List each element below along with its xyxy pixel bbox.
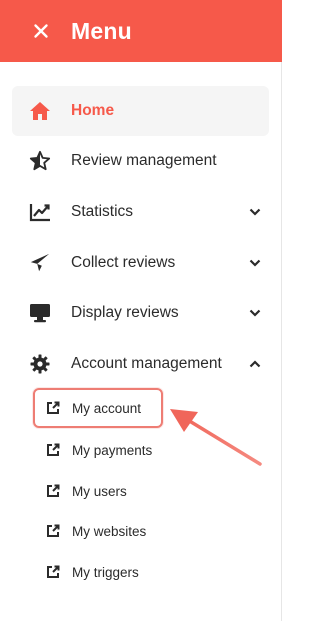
chevron-down-icon[interactable] <box>249 257 261 269</box>
chevron-up-icon[interactable] <box>249 358 261 370</box>
submenu-item-label: My account <box>72 400 142 416</box>
external-link-icon <box>45 443 60 458</box>
submenu-item-label: My payments <box>72 442 153 458</box>
gear-icon <box>29 353 51 375</box>
nav-item-label: Account management <box>71 355 222 372</box>
external-link-icon <box>45 524 60 539</box>
nav-item-account-management[interactable]: Account management <box>12 339 269 389</box>
nav-item-collect-reviews[interactable]: Collect reviews <box>12 238 269 288</box>
nav-item-label: Display reviews <box>71 304 179 321</box>
submenu-item-label: My triggers <box>72 564 139 580</box>
chevron-down-icon[interactable] <box>249 307 261 319</box>
chart-line-icon <box>29 201 51 223</box>
nav-item-label: Collect reviews <box>71 254 176 271</box>
close-icon[interactable] <box>31 21 51 41</box>
external-link-icon <box>45 484 60 499</box>
external-link-icon <box>45 401 60 416</box>
submenu-item-my-users[interactable]: My users <box>35 471 195 511</box>
external-link-icon <box>45 565 60 580</box>
monitor-icon <box>29 302 51 324</box>
nav-item-review-management[interactable]: Review management <box>12 136 269 186</box>
sidebar-menu: Menu Home Review management Statistics C… <box>0 0 282 621</box>
home-icon <box>29 100 51 122</box>
nav-item-label: Review management <box>71 152 217 169</box>
nav-item-home[interactable]: Home <box>12 86 269 136</box>
submenu-item-label: My websites <box>72 523 147 539</box>
paper-plane-icon <box>29 252 51 274</box>
chevron-down-icon[interactable] <box>249 206 261 218</box>
nav-item-statistics[interactable]: Statistics <box>12 187 269 237</box>
submenu-item-my-triggers[interactable]: My triggers <box>35 552 195 592</box>
submenu-item-label: My users <box>72 483 127 499</box>
nav-item-display-reviews[interactable]: Display reviews <box>12 288 269 338</box>
nav-item-label: Statistics <box>71 203 134 220</box>
menu-title: Menu <box>71 17 132 44</box>
submenu-item-my-account[interactable]: My account <box>33 388 163 428</box>
nav-item-label: Home <box>71 102 115 119</box>
menu-header: Menu <box>0 0 282 62</box>
star-icon <box>29 150 51 172</box>
submenu-item-my-payments[interactable]: My payments <box>35 430 195 470</box>
submenu-item-my-websites[interactable]: My websites <box>35 511 195 551</box>
